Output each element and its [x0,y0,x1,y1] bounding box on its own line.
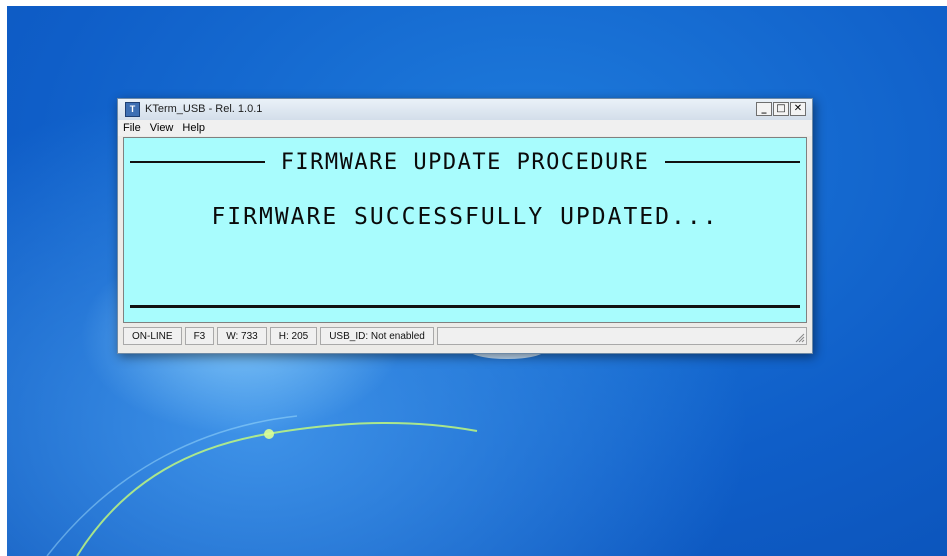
status-empty [436,327,807,345]
status-height: H: 205 [269,327,318,345]
menu-file[interactable]: File [123,120,141,136]
close-button[interactable]: ✕ [790,102,806,116]
status-usb-id: USB_ID: Not enabled [320,327,434,345]
title-bar[interactable]: T KTerm_USB - Rel. 1.0.1 _ □ ✕ [118,99,812,120]
app-icon[interactable]: T [125,102,140,117]
header-text: FIRMWARE UPDATE PROCEDURE [280,149,650,175]
menu-view[interactable]: View [150,120,174,136]
minimize-button[interactable]: _ [756,102,772,116]
status-message: FIRMWARE SUCCESSFULLY UPDATED... [211,204,719,230]
maximize-button[interactable]: □ [773,102,789,116]
status-mode: ON-LINE [123,327,182,345]
menu-help[interactable]: Help [182,120,205,136]
header-rule-right [665,161,801,163]
window-title: KTerm_USB - Rel. 1.0.1 [145,103,263,115]
status-key: F3 [184,327,215,345]
desktop-background: T KTerm_USB - Rel. 1.0.1 _ □ ✕ File View… [7,6,947,556]
bottom-rule [130,305,800,308]
terminal-header: FIRMWARE UPDATE PROCEDURE [124,149,806,175]
terminal-screen[interactable]: FIRMWARE UPDATE PROCEDURE FIRMWARE SUCCE… [123,137,807,323]
status-bar: ON-LINE F3 W: 733 H: 205 USB_ID: Not ena… [123,327,807,347]
status-width: W: 733 [217,327,267,345]
kterm-window[interactable]: T KTerm_USB - Rel. 1.0.1 _ □ ✕ File View… [117,98,813,354]
window-controls: _ □ ✕ [756,102,806,116]
header-rule-left [130,161,265,163]
menu-bar: File View Help [118,120,812,136]
resize-grip-icon[interactable] [794,332,805,343]
